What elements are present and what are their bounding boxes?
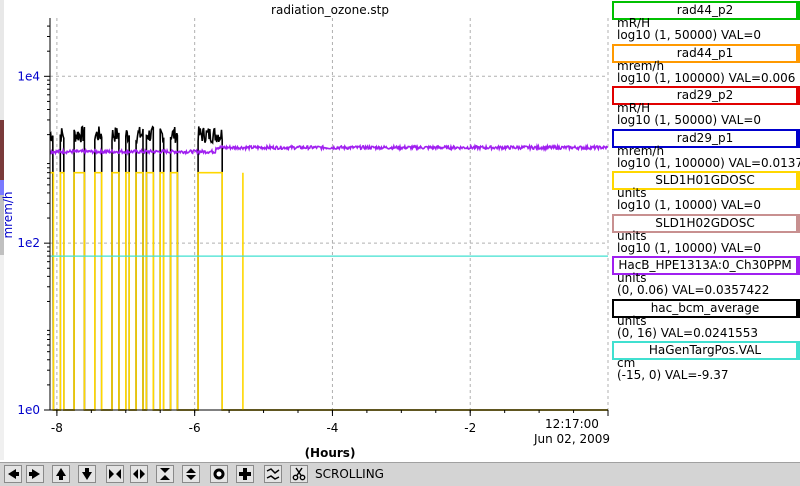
scroll-right-button[interactable] [26, 465, 44, 483]
x-axis-label: (Hours) [305, 446, 356, 460]
zoom-out-y-button[interactable] [182, 465, 200, 483]
zoom-in-horizontal-icon [109, 469, 121, 479]
zoom-in-y-button[interactable] [156, 465, 174, 483]
legend-range: log10 (1, 50000) VAL=0 [617, 113, 762, 127]
legend-entry[interactable]: rad29_p2 mR/H log10 (1, 50000) VAL=0 [612, 86, 800, 129]
axes: 1e0 1e2 1e4 -8 -6 -4 -2 [17, 18, 609, 435]
add-button[interactable] [236, 465, 254, 483]
legend-name-box[interactable]: HaGenTargPos.VAL [612, 341, 800, 360]
legend-range: log10 (1, 100000) VAL=0.0137 [617, 155, 800, 170]
arrow-right-icon [29, 469, 40, 479]
autoscale-icon [266, 468, 280, 480]
plus-icon [239, 468, 251, 480]
y-axis-label: mrem/h [1, 191, 15, 238]
cut-button[interactable] [290, 465, 308, 483]
series-line-sld1h01gdosc [50, 171, 608, 411]
plot-title: radiation_ozone.stp [271, 3, 389, 17]
legend-range: (-15, 0) VAL=-9.37 [617, 368, 729, 382]
legend-color-swatch [796, 45, 800, 61]
legend-entry[interactable]: rad29_p1 mrem/h log10 (1, 100000) VAL=0.01… [612, 128, 800, 172]
legend-range: (0, 0.06) VAL=0.0357422 [617, 283, 770, 297]
x-tick-label: -6 [189, 421, 201, 435]
zoom-out-horizontal-icon [133, 469, 145, 479]
x-tick-label: -2 [464, 421, 476, 435]
legend-entry[interactable]: HaGenTargPos.VAL cm (-15, 0) VAL=-9.37 [612, 341, 800, 384]
record-button[interactable] [210, 465, 228, 483]
grid-lines [50, 18, 609, 410]
arrow-left-icon [8, 469, 19, 479]
legend-entry[interactable]: rad44_p2 mR/H log10 (1, 50000) VAL=0 [612, 1, 800, 44]
scissors-icon [292, 467, 306, 481]
x-tick-label: -4 [326, 421, 338, 435]
legend-name: HaGenTargPos.VAL [648, 343, 762, 357]
legend-color-swatch [796, 215, 800, 231]
legend-range: log10 (1, 100000) VAL=0.006 [617, 70, 796, 85]
legend-entry[interactable]: SLD1H01GDOSC units log10 (1, 10000) VAL=0 [612, 171, 800, 214]
legend-entry[interactable]: rad44_p1 mrem/h log10 (1, 100000) VAL=0.00… [612, 43, 800, 87]
plot-canvas: radiation_ozone.stp mrem/h 1e0 1e2 1e4 -8 -6… [1, 3, 610, 460]
zoom-out-x-button[interactable] [130, 465, 148, 483]
y-tick-label: 1e2 [17, 236, 40, 250]
series-layer [49, 125, 609, 411]
arrow-up-icon [56, 468, 66, 480]
legend: rad44_p2 mR/H log10 (1, 50000) VAL=0 rad44_… [612, 0, 800, 460]
series-line-hac-bcm-average [49, 125, 608, 411]
y-tick-label: 1e4 [17, 69, 40, 83]
legend-range: log10 (1, 10000) VAL=0 [617, 240, 762, 255]
y-tick-label: 1e0 [17, 403, 40, 417]
legend-entry[interactable]: HacB_HPE1313A:0_Ch30PPM units (0, 0.06) VA… [612, 256, 800, 299]
record-icon [213, 468, 225, 480]
zoom-out-vertical-icon [186, 468, 196, 480]
plot-area[interactable]: radiation_ozone.stp mrem/h 1e0 1e2 1e4 -8 -6… [0, 0, 612, 460]
legend-color-swatch [796, 343, 800, 358]
autoscale-button[interactable] [264, 465, 282, 483]
scroll-up-button[interactable] [52, 465, 70, 483]
series-line-hacb-hpe1313a-0-ch30ppm [49, 142, 609, 156]
toolbar: SCROLLING [0, 462, 800, 486]
x-axis-date-label: Jun 02, 2009 [533, 432, 610, 446]
legend-color-swatch [796, 258, 800, 273]
legend-color-swatch [796, 173, 800, 188]
legend-color-swatch [796, 300, 800, 316]
zoom-in-vertical-icon [160, 468, 170, 480]
legend-color-swatch [796, 88, 800, 103]
scroll-left-button[interactable] [4, 465, 22, 483]
legend-range: log10 (1, 50000) VAL=0 [617, 28, 762, 42]
x-tick-label: -8 [51, 421, 63, 435]
legend-color-swatch [796, 3, 800, 18]
arrow-down-icon [82, 468, 92, 480]
legend-range: log10 (1, 10000) VAL=0 [617, 198, 762, 212]
zoom-in-x-button[interactable] [106, 465, 124, 483]
legend-entry[interactable]: hac_bcm_average units (0, 16) VAL=0.024155… [612, 298, 800, 342]
legend-range: (0, 16) VAL=0.0241553 [617, 325, 758, 340]
status-text: SCROLLING [315, 467, 384, 481]
scroll-down-button[interactable] [78, 465, 96, 483]
legend-color-swatch [796, 130, 800, 146]
legend-entry[interactable]: SLD1H02GDOSC units log10 (1, 10000) VAL=0 [612, 213, 800, 257]
x-axis-time-label: 12:17:00 [545, 417, 599, 431]
